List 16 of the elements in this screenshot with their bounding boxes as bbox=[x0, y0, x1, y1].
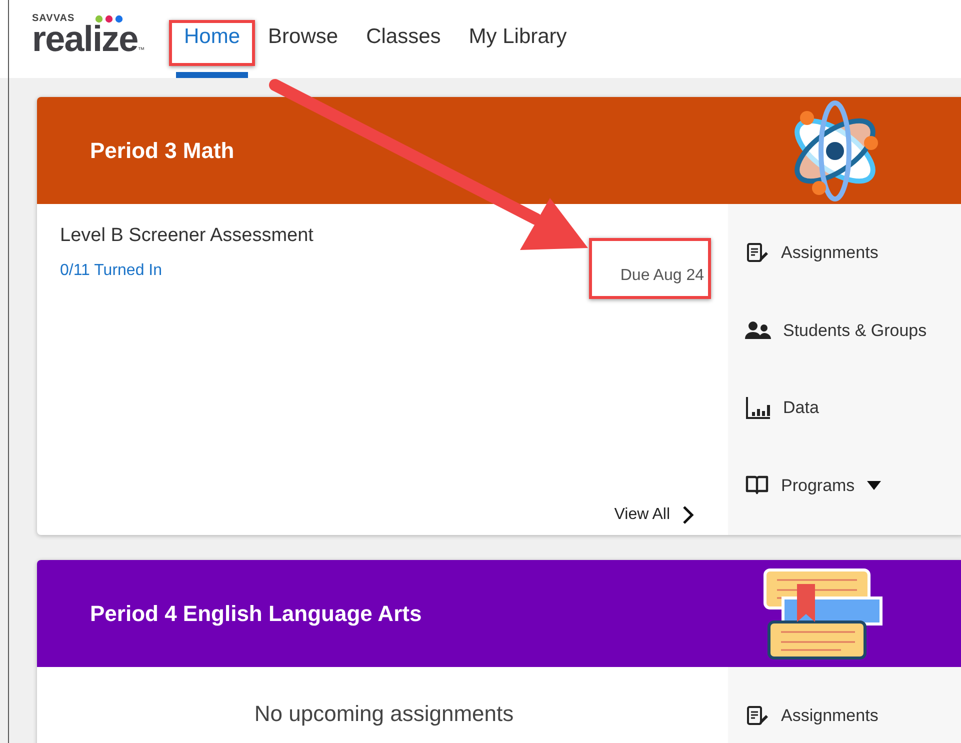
turned-in-link[interactable]: 0/11 Turned In bbox=[60, 258, 314, 282]
sidebar-link[interactable]: Students & Groups bbox=[745, 318, 961, 343]
view-all-button[interactable]: View All bbox=[614, 503, 694, 527]
class-title[interactable]: Period 3 Math bbox=[90, 134, 234, 167]
sidebar-link[interactable]: Assignments bbox=[745, 240, 961, 266]
nav-tab[interactable]: Home bbox=[176, 20, 248, 78]
due-date: Due Aug 24 bbox=[620, 266, 704, 286]
nav-tab[interactable]: Classes bbox=[358, 20, 449, 78]
empty-message: No upcoming assignments bbox=[254, 700, 514, 728]
sidebar-link[interactable]: Assignments bbox=[745, 703, 961, 728]
sidebar-link[interactable]: Data bbox=[745, 395, 961, 420]
nav-tab[interactable]: Browse bbox=[260, 20, 346, 78]
nav-tab[interactable]: My Library bbox=[460, 20, 575, 78]
class-title[interactable]: Period 4 English Language Arts bbox=[90, 597, 422, 630]
sidebar-link[interactable]: Programs bbox=[745, 472, 961, 498]
assignment-title[interactable]: Level B Screener Assessment bbox=[60, 222, 314, 250]
